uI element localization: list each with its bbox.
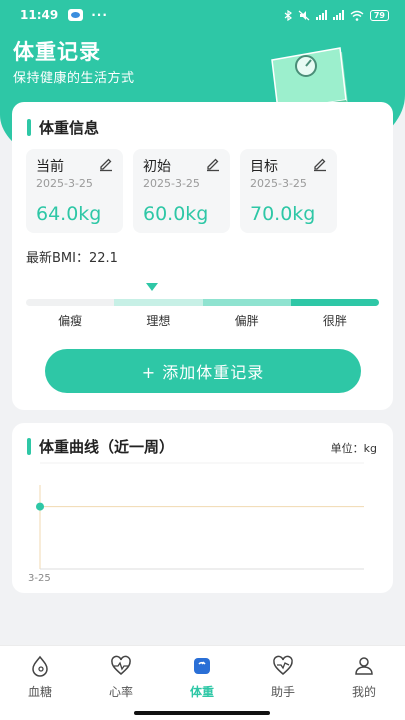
blood-drop-icon	[32, 655, 48, 677]
edit-icon[interactable]	[312, 156, 328, 172]
tab-label: 助手	[270, 685, 295, 699]
bmi-segment-underweight	[26, 299, 115, 306]
tab-label: 体重	[189, 685, 214, 699]
tab-blood-sugar[interactable]: 血糖	[10, 654, 70, 702]
weight-chart-title: 体重曲线（近一周）	[39, 438, 175, 456]
bmi-scale-labels: 偏瘦 理想 偏胖 很胖	[26, 312, 379, 329]
chart-data-point	[36, 502, 44, 511]
section-marker	[27, 438, 31, 455]
home-indicator	[134, 711, 270, 715]
tab-assistant[interactable]: 助手	[253, 654, 313, 702]
add-weight-record-button[interactable]: + 添加体重记录	[45, 349, 361, 393]
bmi-indicator-icon	[146, 283, 158, 291]
battery-icon: 79	[369, 9, 389, 21]
bmi-scale-bar	[26, 299, 379, 306]
stat-label: 初始	[143, 159, 171, 175]
heart-assistant-icon	[273, 655, 293, 675]
tab-label: 血糖	[27, 685, 52, 699]
signal-2-icon	[332, 10, 344, 20]
bmi-label: 最新BMI：	[26, 251, 89, 266]
tab-label: 心率	[108, 685, 133, 699]
bmi-label-obese: 很胖	[322, 314, 347, 328]
stat-label: 目标	[250, 159, 278, 175]
bmi-label-overweight: 偏胖	[234, 314, 259, 328]
bmi-segment-overweight	[202, 299, 291, 306]
stat-label: 当前	[36, 159, 64, 175]
tab-weight[interactable]: 体重	[172, 654, 232, 702]
tab-label: 我的	[351, 685, 376, 699]
app-notification-icon	[68, 9, 84, 21]
target-weight-stat: 目标 2025-3-25 70.0kg	[240, 149, 337, 233]
stat-date: 2025-3-25	[143, 177, 200, 190]
chart-unit-label: 单位：kg	[330, 442, 377, 455]
bmi-segment-obese	[290, 299, 379, 306]
stat-date: 2025-3-25	[36, 177, 93, 190]
weight-chart-card: 体重曲线（近一周） 单位：kg 3-25	[12, 423, 393, 593]
status-bar: 11:49 ··· 79	[0, 0, 405, 30]
stat-value: 70.0kg	[250, 203, 316, 225]
stat-date: 2025-3-25	[250, 177, 307, 190]
bottom-tab-bar: 血糖 心率 体重 助手 我的	[0, 645, 405, 720]
wifi-icon	[350, 10, 364, 21]
weight-info-title: 体重信息	[39, 119, 100, 137]
initial-weight-stat: 初始 2025-3-25 60.0kg	[133, 149, 230, 233]
weight-info-card: 体重信息 当前 2025-3-25 64.0kg 初始 2025-3-25 60…	[12, 102, 393, 410]
bluetooth-icon	[284, 9, 292, 21]
more-notifications-icon: ···	[91, 8, 108, 22]
tab-heart-rate[interactable]: 心率	[91, 654, 151, 702]
status-time: 11:49	[20, 8, 59, 22]
mute-icon	[298, 10, 310, 20]
chart-x-tick-label: 3-25	[28, 573, 51, 584]
signal-icon	[315, 10, 327, 20]
user-icon	[355, 657, 373, 675]
weight-line-chart: 3-25	[28, 462, 364, 584]
bmi-segment-ideal	[114, 299, 203, 306]
tab-profile[interactable]: 我的	[334, 654, 394, 702]
section-marker	[27, 119, 31, 136]
page-subtitle: 保持健康的生活方式	[13, 71, 135, 86]
stat-value: 60.0kg	[143, 203, 209, 225]
bmi-readout: 最新BMI：22.1	[26, 247, 118, 266]
stat-value: 64.0kg	[36, 203, 102, 225]
page-title: 体重记录	[13, 40, 101, 64]
heart-pulse-icon	[111, 655, 131, 675]
current-weight-stat: 当前 2025-3-25 64.0kg	[26, 149, 123, 233]
bmi-label-underweight: 偏瘦	[58, 314, 83, 328]
edit-icon[interactable]	[205, 156, 221, 172]
edit-icon[interactable]	[98, 156, 114, 172]
scale-icon	[194, 658, 210, 674]
bmi-value: 22.1	[88, 251, 118, 266]
bmi-label-ideal: 理想	[146, 314, 171, 328]
